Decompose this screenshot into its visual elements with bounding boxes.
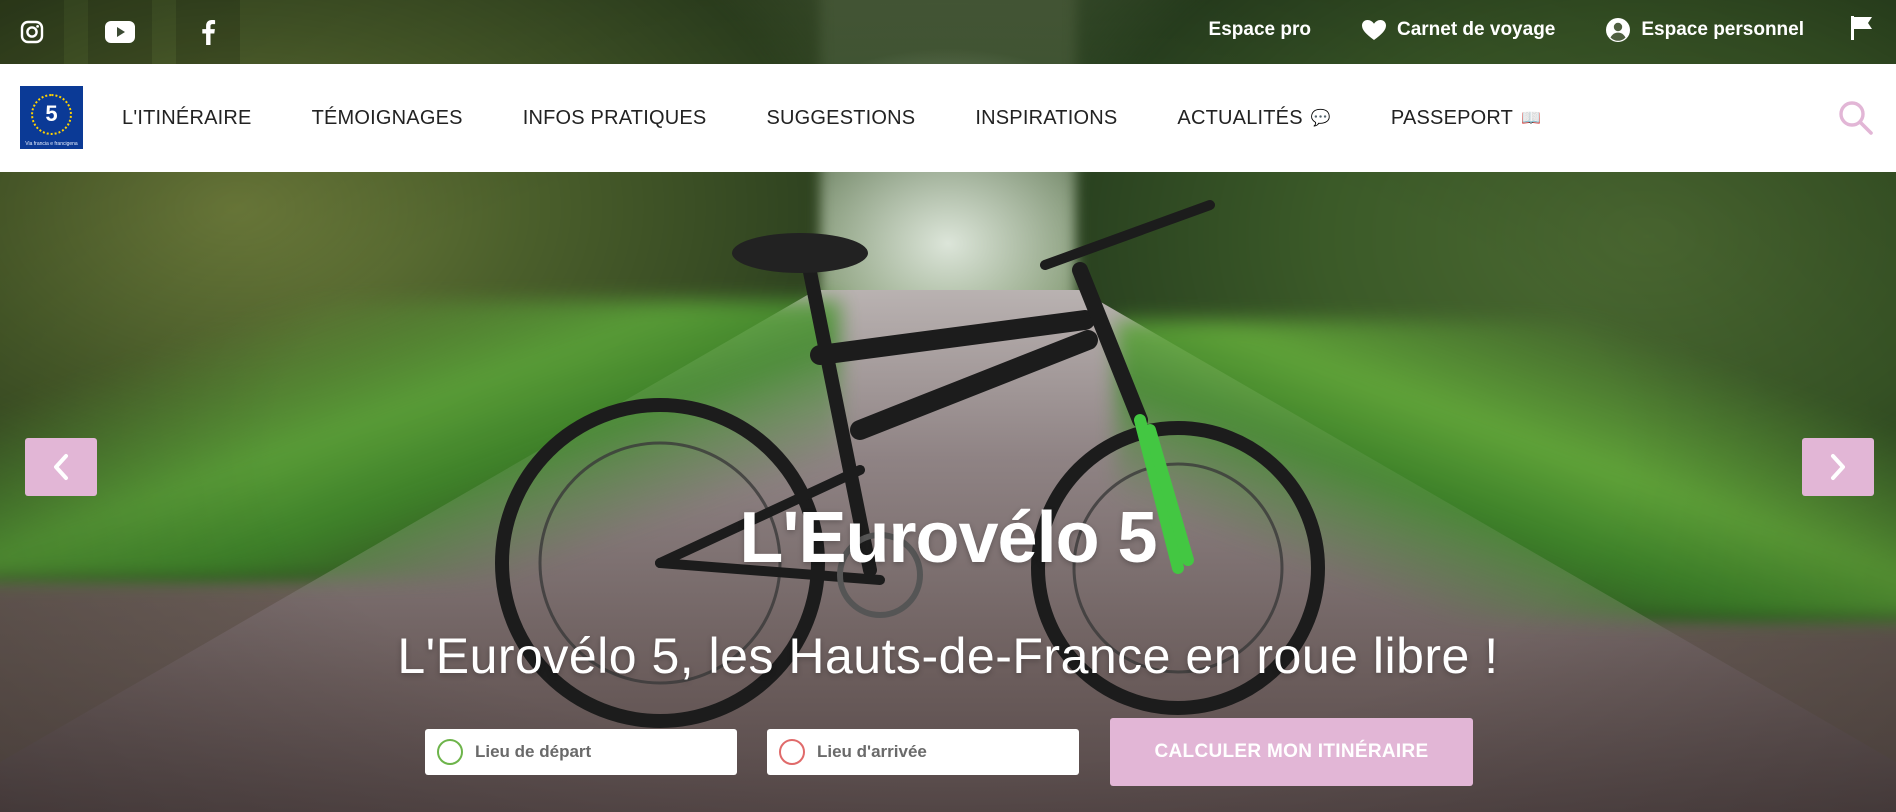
search-button[interactable] bbox=[1838, 100, 1874, 136]
logo-number: 5 bbox=[45, 101, 58, 126]
youtube-icon bbox=[105, 21, 135, 43]
heart-icon bbox=[1361, 20, 1386, 40]
user-icon bbox=[1606, 18, 1631, 42]
arrival-field[interactable] bbox=[767, 729, 1079, 775]
menu-item-suggestions[interactable]: SUGGESTIONS bbox=[766, 107, 915, 130]
search-icon bbox=[1839, 101, 1873, 135]
slider-prev-button[interactable] bbox=[25, 438, 97, 496]
espace-pro-label: Espace pro bbox=[1208, 19, 1311, 40]
menu-item-inspirations[interactable]: INSPIRATIONS bbox=[975, 107, 1117, 130]
menu-item-label: TÉMOIGNAGES bbox=[311, 106, 463, 129]
menu-item-label: PASSEPORT bbox=[1390, 106, 1514, 129]
menu-item-infos-pratiques[interactable]: INFOS PRATIQUES bbox=[523, 107, 707, 130]
carnet-de-voyage-label: Carnet de voyage bbox=[1396, 19, 1556, 40]
main-navigation: 5 Via francia e francigena L'ITINÉRAIRE … bbox=[0, 64, 1896, 172]
menu-item-label: INSPIRATIONS bbox=[975, 106, 1118, 129]
hero-subtitle: L'Eurovélo 5, les Hauts-de-France en rou… bbox=[397, 628, 1499, 684]
chevron-right-icon bbox=[1831, 454, 1845, 480]
flag-icon bbox=[1851, 15, 1872, 40]
eurovelo-5-logo[interactable]: 5 Via francia e francigena bbox=[20, 86, 83, 149]
menu-item-label: ACTUALITÉS bbox=[1177, 106, 1303, 129]
departure-marker-icon bbox=[437, 739, 463, 765]
top-utility-bar: Espace pro Carnet de voyage Espace perso… bbox=[0, 0, 1896, 64]
arrival-marker-icon bbox=[779, 739, 805, 765]
hero-title: L'Eurovélo 5 bbox=[739, 498, 1157, 578]
menu-item-label: SUGGESTIONS bbox=[766, 106, 916, 129]
menu-item-temoignages[interactable]: TÉMOIGNAGES bbox=[312, 107, 463, 130]
menu-item-label: INFOS PRATIQUES bbox=[522, 106, 707, 129]
facebook-icon bbox=[202, 20, 216, 45]
menu-items: L'ITINÉRAIRE TÉMOIGNAGES INFOS PRATIQUES… bbox=[122, 64, 1601, 172]
departure-input[interactable] bbox=[475, 742, 725, 762]
youtube-link[interactable] bbox=[88, 0, 152, 64]
departure-field[interactable] bbox=[425, 729, 737, 775]
logo-caption: Via francia e francigena bbox=[25, 141, 78, 147]
espace-personnel-label: Espace personnel bbox=[1641, 19, 1804, 40]
slider-next-button[interactable] bbox=[1802, 438, 1874, 496]
carnet-de-voyage-link[interactable]: Carnet de voyage bbox=[1361, 19, 1555, 41]
facebook-link[interactable] bbox=[176, 0, 240, 64]
espace-pro-link[interactable]: Espace pro bbox=[1209, 19, 1311, 41]
utility-links: Espace pro Carnet de voyage Espace perso… bbox=[1209, 0, 1896, 60]
chevron-left-icon bbox=[54, 454, 68, 480]
instagram-icon bbox=[20, 20, 44, 44]
social-links bbox=[0, 0, 240, 64]
espace-personnel-link[interactable]: Espace personnel bbox=[1605, 17, 1804, 43]
speech-bubble-icon: 💬 bbox=[1310, 110, 1331, 127]
menu-item-itineraire[interactable]: L'ITINÉRAIRE bbox=[122, 107, 252, 130]
book-icon: 📖 bbox=[1521, 110, 1542, 127]
menu-item-passeport[interactable]: PASSEPORT 📖 bbox=[1391, 107, 1541, 130]
calculate-itinerary-button[interactable]: CALCULER MON ITINÉRAIRE bbox=[1110, 718, 1473, 786]
language-flag-link[interactable] bbox=[1850, 15, 1874, 46]
instagram-link[interactable] bbox=[0, 0, 64, 64]
menu-item-actualites[interactable]: ACTUALITÉS 💬 bbox=[1177, 107, 1330, 130]
menu-item-label: L'ITINÉRAIRE bbox=[122, 106, 252, 129]
arrival-input[interactable] bbox=[817, 742, 1067, 762]
